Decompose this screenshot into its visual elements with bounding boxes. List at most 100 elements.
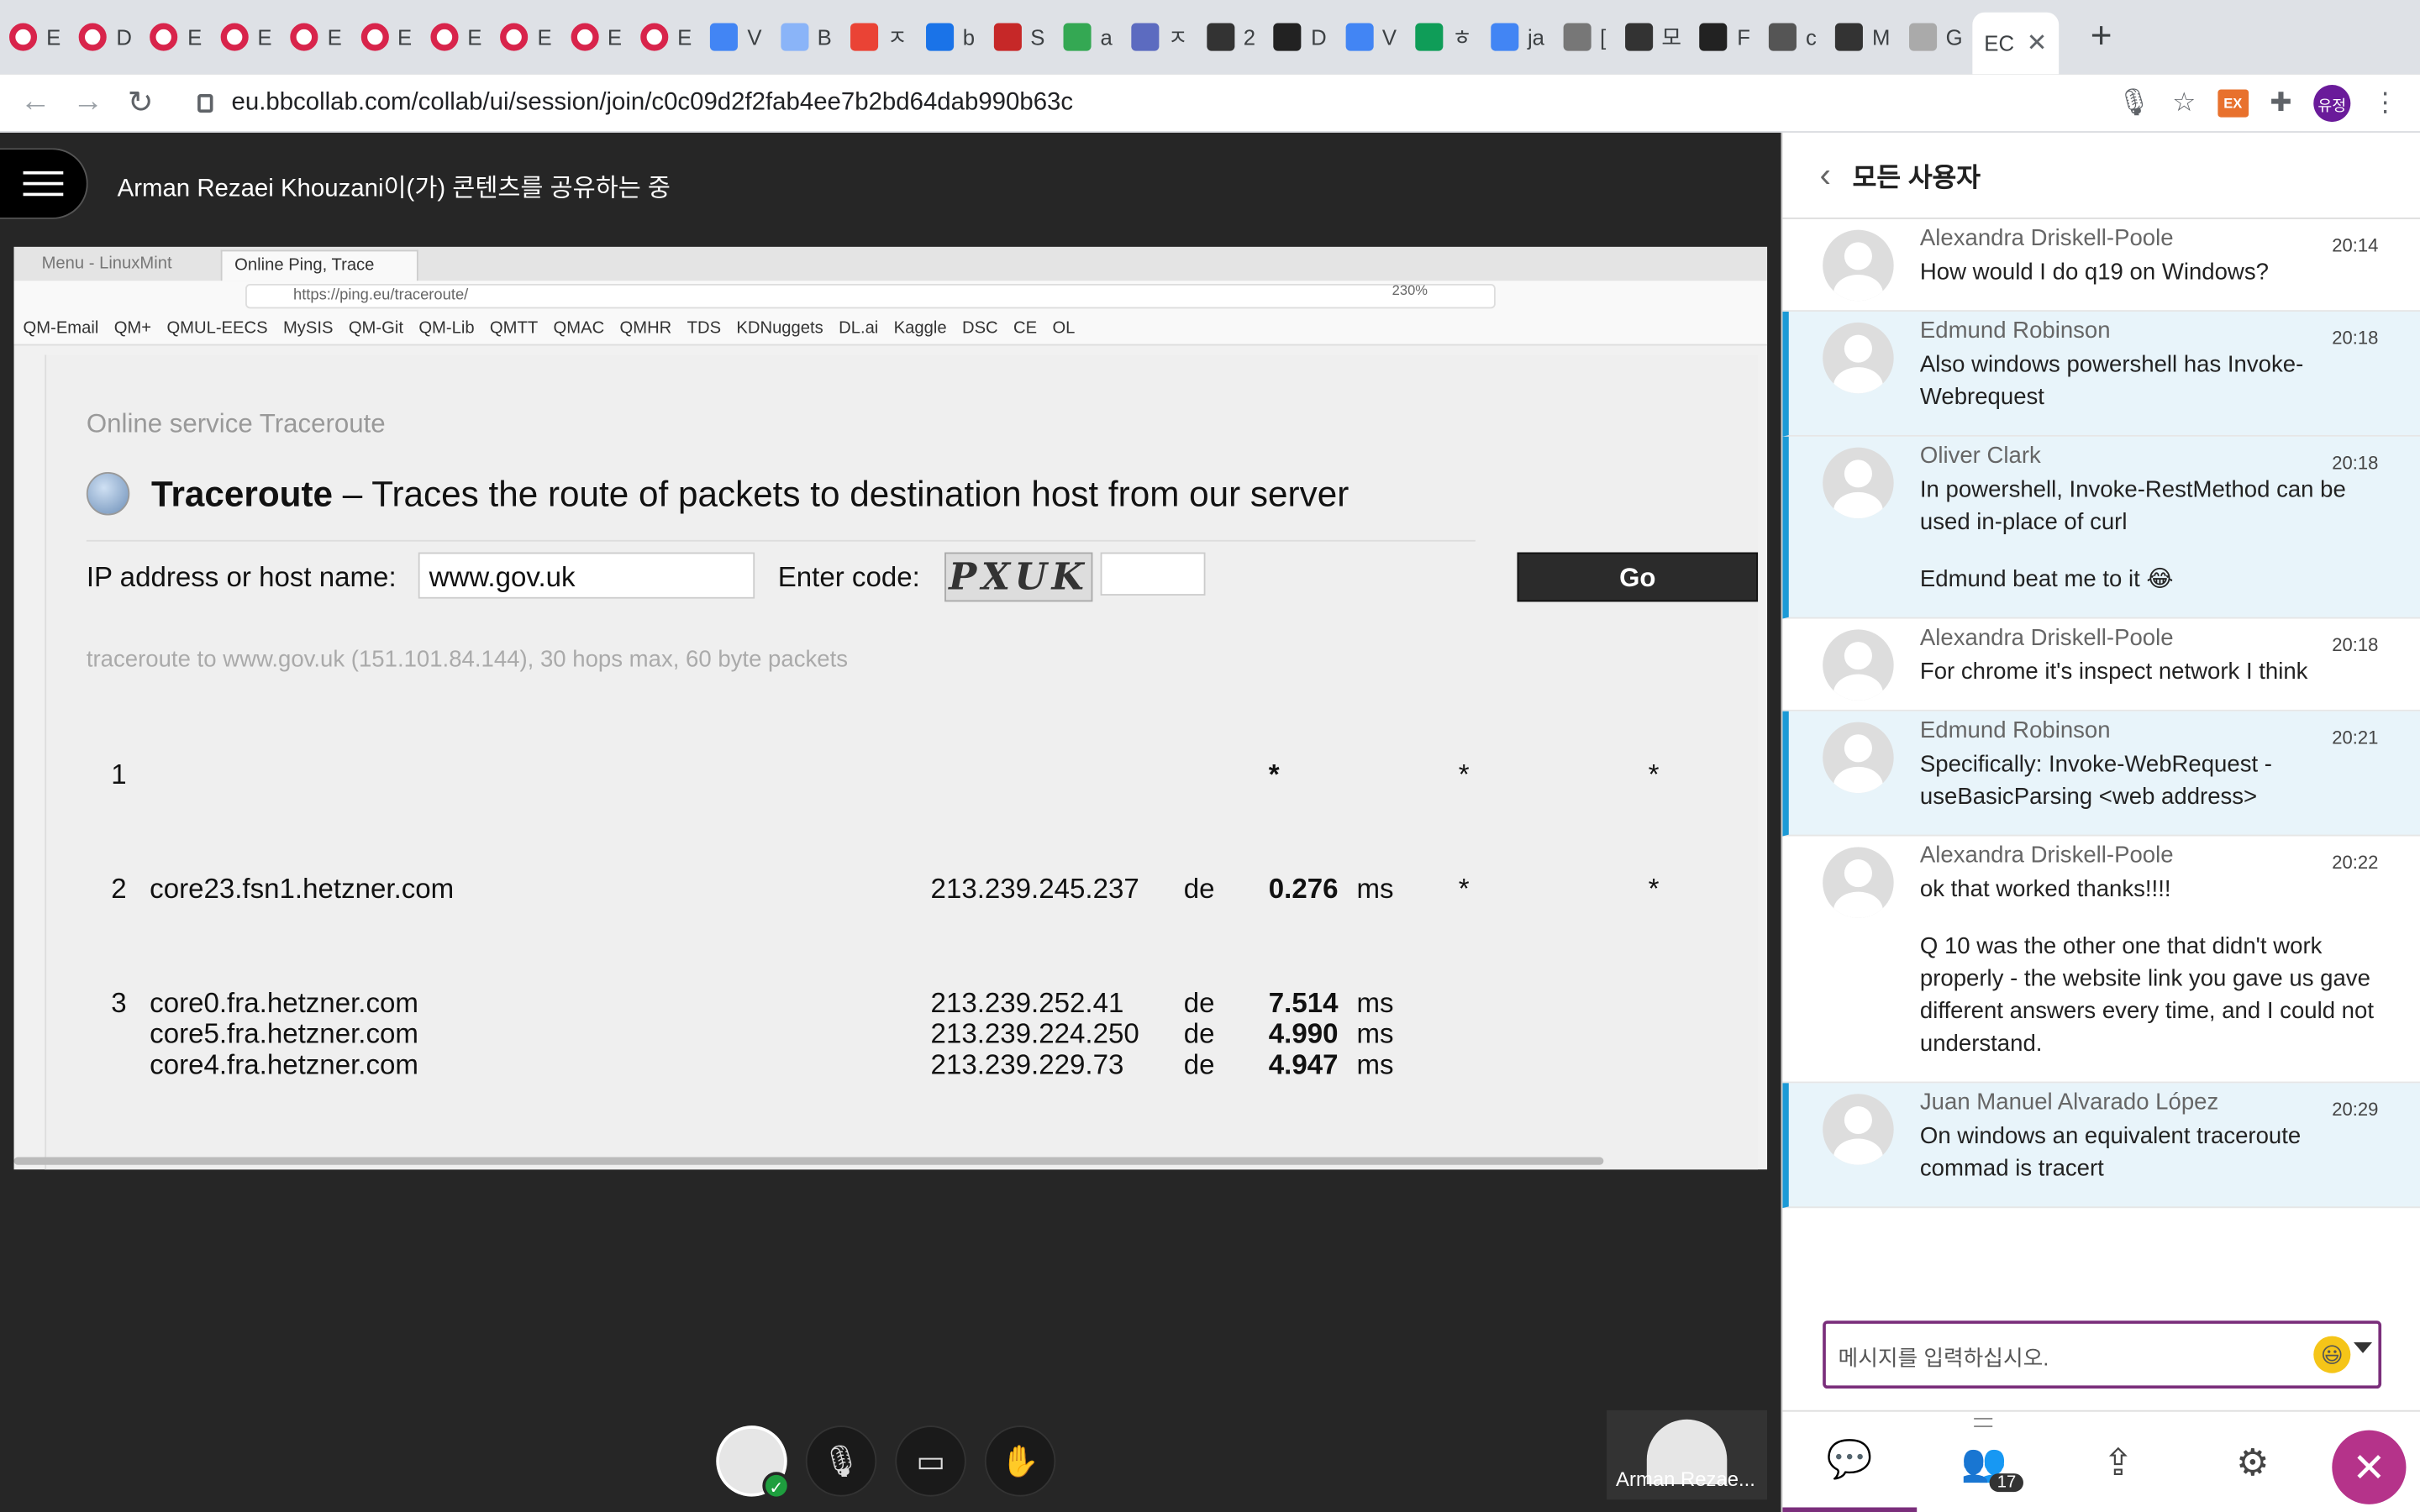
browser-tab[interactable]: c bbox=[1760, 0, 1826, 74]
trace-info: traceroute to www.gov.uk (151.101.84.144… bbox=[86, 646, 849, 673]
hop-unit: ms bbox=[1356, 1018, 1394, 1049]
chat-tab-button[interactable]: 💬 bbox=[1782, 1412, 1918, 1512]
url-text: eu.bbcollab.com/collab/ui/session/join/c… bbox=[231, 89, 1074, 116]
browser-tab[interactable]: 모 bbox=[1615, 0, 1691, 74]
shared-browser-nav: https://ping.eu/traceroute/ 230% bbox=[13, 281, 1768, 312]
browser-tab[interactable]: M bbox=[1826, 0, 1900, 74]
avatar bbox=[1823, 322, 1894, 394]
kebab-menu-icon[interactable]: ⋮ bbox=[2372, 88, 2398, 119]
avatar bbox=[1823, 629, 1894, 701]
message-author: Oliver Clark bbox=[1919, 443, 2041, 470]
tab-label: ㅈ bbox=[1167, 24, 1188, 50]
hop-host: core0.fra.hetzner.com bbox=[150, 987, 418, 1019]
browser-tab[interactable]: E bbox=[421, 0, 491, 74]
settings-button[interactable]: ⚙ bbox=[2186, 1412, 2320, 1512]
browser-tab[interactable]: G bbox=[1899, 0, 1971, 74]
camera-toggle[interactable]: ▭ bbox=[895, 1425, 966, 1497]
browser-tab[interactable]: B bbox=[771, 0, 841, 74]
message-time: 20:18 bbox=[2332, 633, 2379, 656]
presenter-name: Arman Rezae... bbox=[1616, 1467, 1755, 1491]
message-time: 20:18 bbox=[2332, 452, 2379, 474]
message-author: Edmund Robinson bbox=[1919, 717, 2111, 744]
chat-message: Alexandra Driskell-Poole 20:22 ok that wor… bbox=[1782, 837, 2420, 1084]
browser-tab[interactable]: V bbox=[701, 0, 771, 74]
microphone-toggle[interactable]: 🎙 bbox=[805, 1425, 877, 1497]
browser-tab[interactable]: [ bbox=[1554, 0, 1615, 74]
share-content-button[interactable]: ⇪ bbox=[2051, 1412, 2186, 1512]
tab-favicon-icon bbox=[1490, 23, 1518, 51]
hop-country: de bbox=[1183, 987, 1215, 1019]
close-panel-button[interactable]: ✕ bbox=[2332, 1430, 2407, 1504]
hop-host: core5.fra.hetzner.com bbox=[150, 1018, 418, 1049]
browser-tab[interactable]: a bbox=[1054, 0, 1121, 74]
session-controls: ✓ 🎙 ▭ ✋ bbox=[716, 1425, 1056, 1500]
bookmark-item: QM-Lib bbox=[418, 319, 475, 339]
browser-tab[interactable]: V bbox=[1336, 0, 1406, 74]
address-bar[interactable]: eu.bbcollab.com/collab/ui/session/join/c… bbox=[182, 79, 2134, 129]
message-text: ok that worked thanks!!!! bbox=[1919, 876, 2171, 903]
tab-label: M bbox=[1872, 24, 1891, 50]
browser-tab[interactable]: ㅈ bbox=[1122, 0, 1197, 74]
avatar bbox=[1823, 847, 1894, 918]
hop-ip: 213.239.229.73 bbox=[930, 1048, 1124, 1080]
bookmark-item: QMUL-EECS bbox=[166, 319, 268, 339]
browser-tab[interactable]: E bbox=[0, 0, 70, 74]
close-tab-icon[interactable]: ✕ bbox=[2027, 28, 2048, 59]
browser-tab[interactable]: E bbox=[631, 0, 701, 74]
browser-tab-active[interactable]: EC ✕ bbox=[1971, 12, 2060, 75]
sharing-status-title: Arman Rezaei Khouzani이(가) 콘텐츠를 공유하는 중 bbox=[117, 176, 671, 202]
chat-input[interactable]: 메시지를 입력하십시오. 😃 bbox=[1823, 1320, 2382, 1389]
browser-tab[interactable]: ㅈ bbox=[841, 0, 917, 74]
caret-down-icon[interactable] bbox=[2354, 1341, 2373, 1353]
browser-tab[interactable]: D bbox=[1265, 0, 1336, 74]
browser-tab[interactable]: D bbox=[70, 0, 141, 74]
browser-tab[interactable]: 2 bbox=[1197, 0, 1265, 74]
raise-hand-button[interactable]: ✋ bbox=[984, 1425, 1056, 1497]
extension-ex-icon[interactable]: EX bbox=[2217, 89, 2249, 118]
avatar bbox=[1823, 229, 1894, 302]
browser-tab[interactable]: E bbox=[351, 0, 421, 74]
chat-bubble-icon: 💬 bbox=[1826, 1438, 1873, 1481]
session-menu-button[interactable] bbox=[0, 148, 88, 219]
browser-tab[interactable]: F bbox=[1691, 0, 1760, 74]
tab-favicon-icon bbox=[710, 23, 739, 51]
browser-tab[interactable]: E bbox=[561, 0, 631, 74]
tab-favicon-icon bbox=[9, 23, 38, 51]
shared-tab-1: Menu - LinuxMint bbox=[41, 255, 172, 274]
new-tab-icon[interactable]: + bbox=[2091, 15, 2112, 58]
tab-favicon-icon bbox=[1624, 23, 1653, 51]
browser-tab[interactable]: ㅎ bbox=[1406, 0, 1481, 74]
traceroute-page: Online service Traceroute Traceroute – T… bbox=[45, 354, 1759, 1170]
tab-favicon-icon bbox=[1063, 23, 1092, 51]
presenter-tile[interactable]: Arman Rezae... bbox=[1607, 1410, 1768, 1500]
emoji-icon[interactable]: 😃 bbox=[2313, 1336, 2351, 1373]
browser-tab[interactable]: S bbox=[984, 0, 1054, 74]
tab-favicon-icon bbox=[993, 23, 1022, 51]
forward-icon[interactable]: → bbox=[71, 85, 104, 120]
tab-favicon-icon bbox=[500, 23, 529, 51]
code-input bbox=[1100, 552, 1206, 596]
hop-host: core4.fra.hetzner.com bbox=[150, 1048, 418, 1080]
chevron-left-icon[interactable]: ‹ bbox=[1820, 155, 1831, 196]
microphone-icon[interactable]: 🎙 bbox=[2118, 88, 2151, 119]
reload-icon[interactable]: ↻ bbox=[124, 83, 157, 122]
browser-tab[interactable]: ja bbox=[1481, 0, 1554, 74]
hop-ip: 213.239.252.41 bbox=[930, 987, 1124, 1019]
participants-tab-button[interactable]: 👥 17 bbox=[1917, 1412, 2051, 1512]
browser-tab[interactable]: E bbox=[281, 0, 351, 74]
browser-tab[interactable]: E bbox=[211, 0, 281, 74]
browser-tab[interactable]: E bbox=[141, 0, 211, 74]
extensions-puzzle-icon[interactable]: ✚ bbox=[2270, 88, 2291, 119]
my-status-button[interactable]: ✓ bbox=[716, 1425, 791, 1500]
tab-favicon-icon bbox=[640, 23, 669, 51]
back-icon[interactable]: ← bbox=[18, 85, 52, 120]
browser-tab[interactable]: E bbox=[491, 0, 560, 74]
bookmark-item: QMAC bbox=[553, 319, 605, 339]
bookmark-item: QM-Git bbox=[348, 319, 403, 339]
browser-tab[interactable]: b bbox=[917, 0, 984, 74]
bookmark-star-icon[interactable]: ☆ bbox=[2172, 88, 2196, 119]
chat-message: Oliver Clark 20:18 In powershell, Invoke-R… bbox=[1782, 436, 2420, 619]
tab-label: E bbox=[677, 24, 692, 50]
profile-avatar[interactable]: 유정 bbox=[2313, 85, 2351, 123]
tab-favicon-icon bbox=[290, 23, 318, 51]
